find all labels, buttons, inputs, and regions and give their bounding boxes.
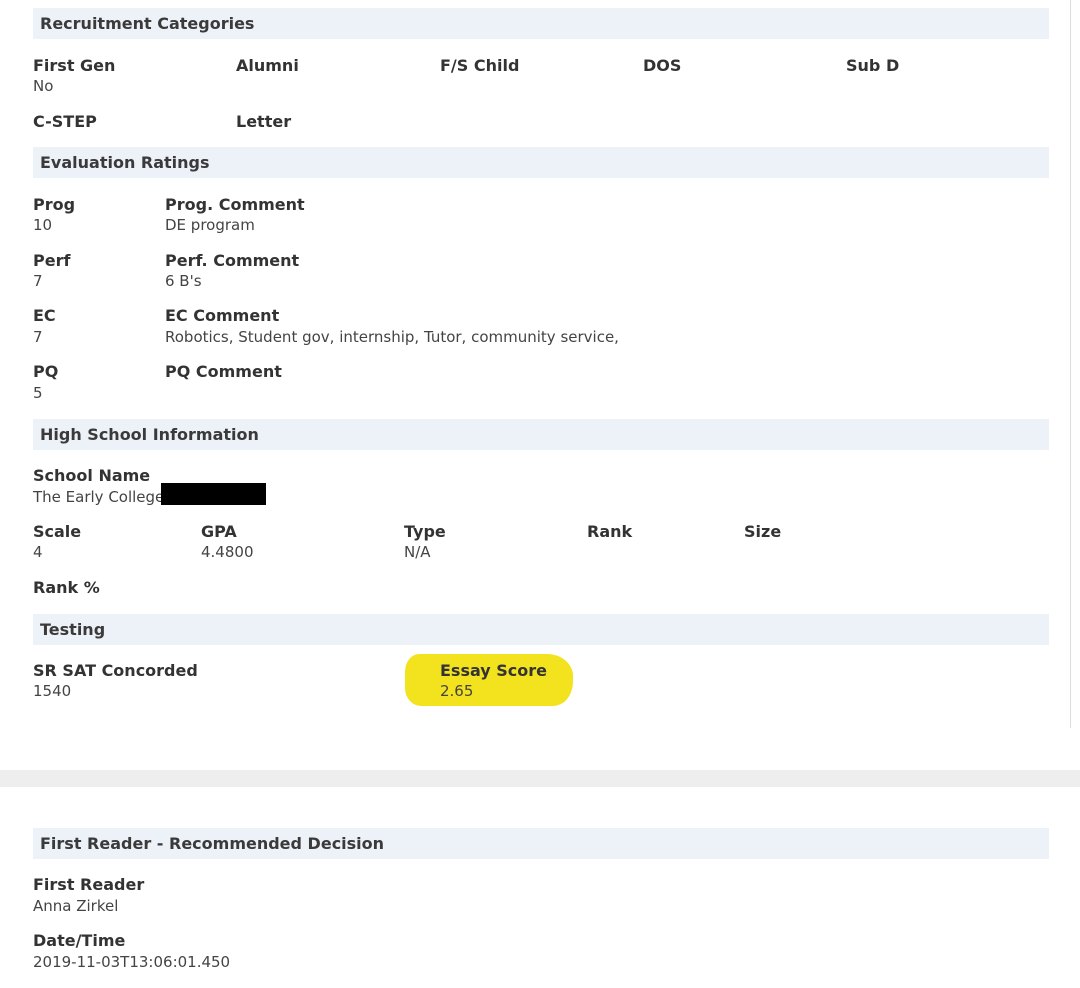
card-divider: [0, 770, 1080, 787]
sat-value: 1540: [33, 682, 72, 700]
first-gen-value: No: [33, 77, 54, 95]
section-header-first-reader: First Reader - Recommended Decision: [33, 828, 1049, 859]
ec-comment-value: Robotics, Student gov, internship, Tutor…: [165, 328, 619, 346]
ec-value: 7: [33, 328, 43, 346]
first-gen-label: First Gen: [33, 56, 116, 75]
alumni-label: Alumni: [236, 56, 299, 75]
dos-label: DOS: [643, 56, 682, 75]
type-label: Type: [404, 522, 446, 541]
sub-d-label: Sub D: [846, 56, 900, 75]
fs-child-label: F/S Child: [440, 56, 520, 75]
ec-label: EC: [33, 306, 56, 325]
sat-label: SR SAT Concorded: [33, 661, 198, 680]
rank-label: Rank: [587, 522, 633, 541]
perf-comment-label: Perf. Comment: [165, 251, 300, 270]
letter-label: Letter: [236, 112, 292, 131]
prog-comment-value: DE program: [165, 216, 255, 234]
first-reader-value: Anna Zirkel: [33, 897, 119, 915]
pq-comment-label: PQ Comment: [165, 362, 282, 381]
ec-comment-label: EC Comment: [165, 306, 280, 325]
type-value: N/A: [404, 543, 431, 561]
datetime-value: 2019-11-03T13:06:01.450: [33, 953, 231, 971]
gpa-label: GPA: [201, 522, 237, 541]
section-header-recruitment: Recruitment Categories: [33, 8, 1049, 39]
prog-value: 10: [33, 216, 53, 234]
perf-value: 7: [33, 272, 43, 290]
datetime-label: Date/Time: [33, 931, 126, 950]
prog-comment-label: Prog. Comment: [165, 195, 305, 214]
gpa-value: 4.4800: [201, 543, 254, 561]
pq-label: PQ: [33, 362, 59, 381]
first-reader-label: First Reader: [33, 875, 145, 894]
pq-value: 5: [33, 384, 43, 402]
card-right-border: [1070, 0, 1080, 728]
redaction-bar: [161, 483, 266, 505]
section-header-high-school: High School Information: [33, 419, 1049, 450]
rank-percent-label: Rank %: [33, 578, 100, 597]
scale-value: 4: [33, 543, 43, 561]
perf-label: Perf: [33, 251, 71, 270]
essay-score-value: 2.65: [440, 682, 474, 700]
scale-label: Scale: [33, 522, 82, 541]
essay-score-label: Essay Score: [440, 661, 548, 680]
school-name-label: School Name: [33, 466, 151, 485]
prog-label: Prog: [33, 195, 76, 214]
section-header-evaluation: Evaluation Ratings: [33, 147, 1049, 178]
cstep-label: C-STEP: [33, 112, 97, 131]
section-header-testing: Testing: [33, 614, 1049, 645]
perf-comment-value: 6 B's: [165, 272, 202, 290]
size-label: Size: [744, 522, 782, 541]
school-name-value: The Early College: [33, 488, 165, 506]
